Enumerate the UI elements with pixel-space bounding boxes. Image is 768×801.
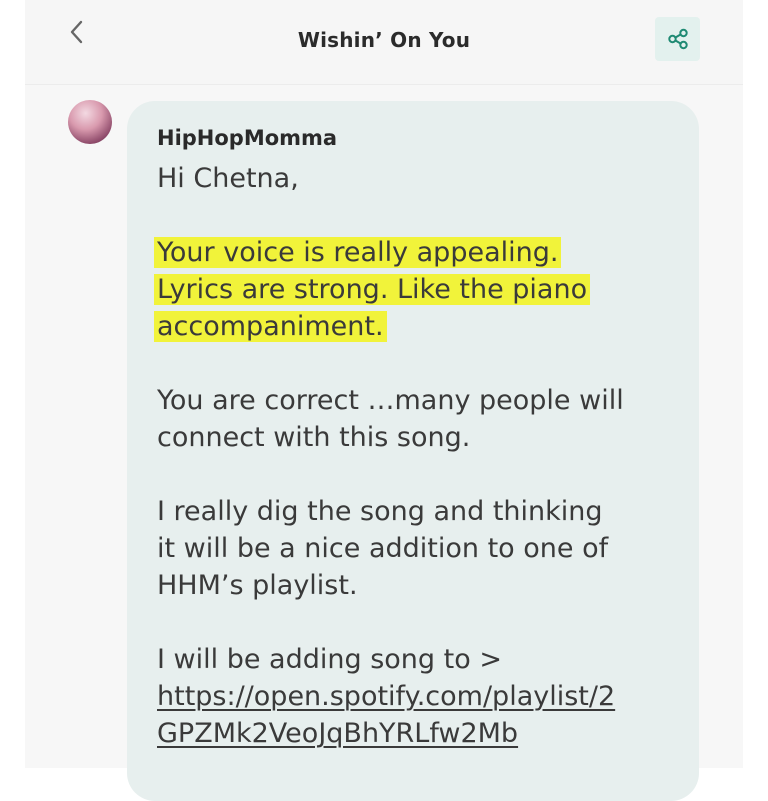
avatar[interactable]	[68, 100, 112, 144]
highlighted-text: accompaniment.	[154, 311, 387, 342]
highlighted-text: Lyrics are strong. Like the piano	[154, 274, 591, 305]
comment-username[interactable]: HipHopMomma	[157, 126, 337, 150]
comment-line: HHM’s playlist.	[157, 570, 358, 601]
playlist-link[interactable]: https://open.spotify.com/playlist/2	[157, 681, 615, 712]
playlist-link[interactable]: GPZMk2VeoJqBhYRLfw2Mb	[157, 718, 518, 749]
comment-body: Hi Chetna, Your voice is really appealin…	[154, 160, 677, 752]
share-button[interactable]	[655, 17, 700, 61]
comment-line: Hi Chetna,	[157, 163, 299, 194]
comment-line: connect with this song.	[157, 422, 471, 453]
screen: Wishin’ On You HipHopMomma Hi Chetna, Yo…	[25, 0, 743, 801]
page-title: Wishin’ On You	[297, 28, 471, 52]
comment-line: You are correct …many people will	[157, 385, 624, 416]
highlighted-text: Your voice is really appealing.	[154, 237, 562, 268]
header-bar: Wishin’ On You	[25, 0, 743, 85]
comment-line: I really dig the song and thinking	[157, 496, 603, 527]
comment-line: I will be adding song to >	[157, 644, 502, 675]
share-icon	[667, 28, 688, 50]
comment-line: it will be a nice addition to one of	[157, 533, 609, 564]
